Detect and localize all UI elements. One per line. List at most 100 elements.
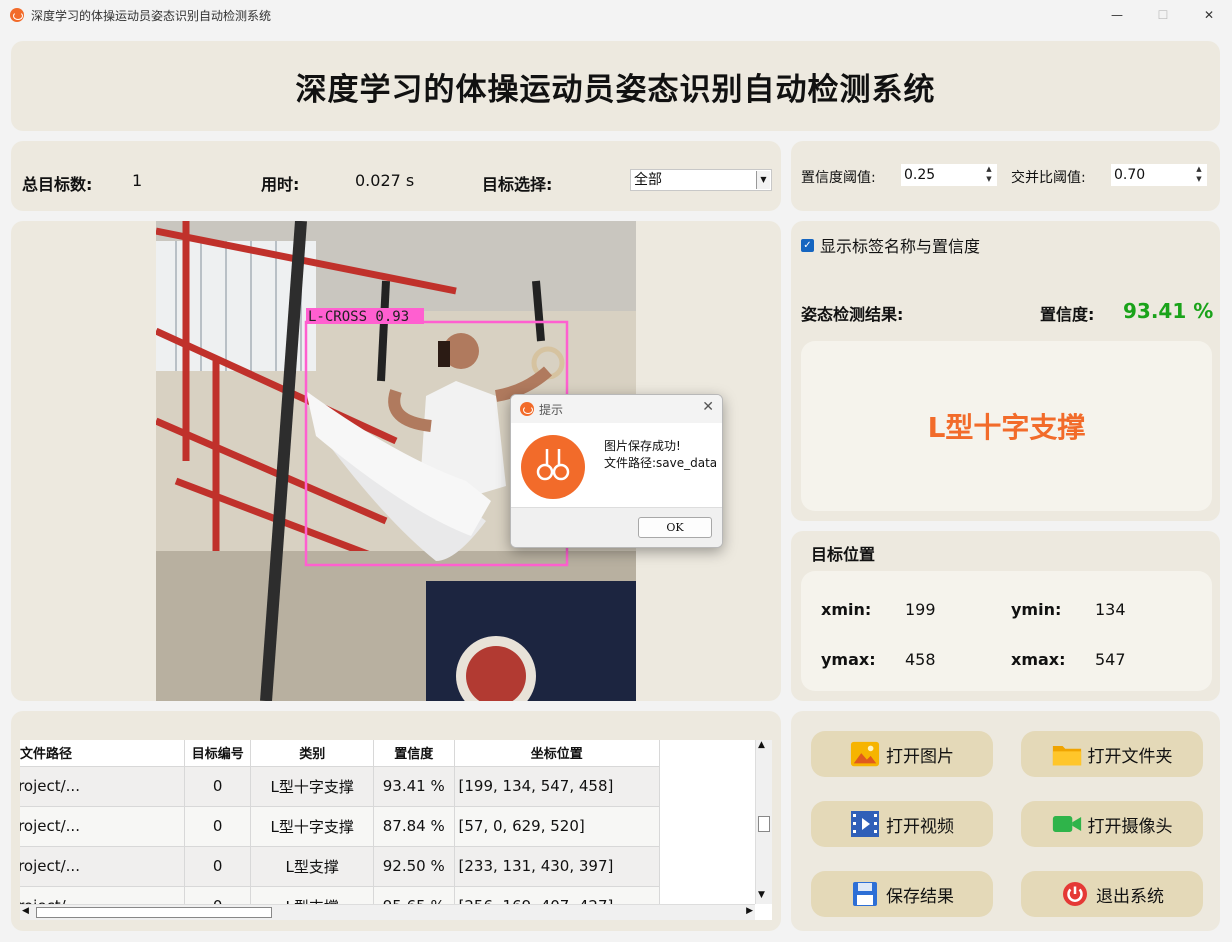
open-video-label: 打开视频 bbox=[886, 816, 954, 837]
open-video-button[interactable]: 打开视频 bbox=[811, 801, 993, 847]
confidence-threshold-label: 置信度阈值: bbox=[801, 170, 876, 186]
cell-class: L型十字支撑 bbox=[250, 806, 374, 847]
target-select-label: 目标选择: bbox=[482, 175, 553, 194]
class-result-box: L型十字支撑 bbox=[801, 341, 1212, 511]
show-labels-label: 显示标签名称与置信度 bbox=[820, 237, 981, 256]
cell-id: 0 bbox=[184, 806, 252, 847]
cell-confidence: 93.41 % bbox=[373, 766, 455, 807]
table-row[interactable]: D:/Project/... 0 L型十字支撑 93.41 % [199, 13… bbox=[20, 766, 661, 807]
cell-confidence: 87.84 % bbox=[373, 806, 455, 847]
cell-class: L型支撑 bbox=[250, 846, 374, 887]
result-panel: ✓ 显示标签名称与置信度 姿态检测结果: 置信度: 93.41 % L型十字支撑 bbox=[791, 221, 1220, 521]
table-row[interactable]: D:/Project/... 0 L型支撑 92.50 % [233, 131,… bbox=[20, 846, 661, 887]
power-icon bbox=[1060, 881, 1090, 907]
cell-coordinates: [199, 134, 547, 458] bbox=[454, 766, 661, 807]
show-labels-checkbox[interactable]: ✓ bbox=[801, 238, 814, 252]
minimize-button[interactable]: — bbox=[1094, 0, 1140, 30]
open-folder-button[interactable]: 打开文件夹 bbox=[1021, 731, 1203, 777]
results-table: 文件路径 目标编号 类别 置信度 坐标位置 D:/Project/... 0 L… bbox=[20, 740, 772, 920]
column-header-id[interactable]: 目标编号 bbox=[184, 740, 252, 767]
dialog-logo-icon bbox=[520, 402, 534, 416]
confidence-threshold-value: 0.25 bbox=[904, 167, 936, 183]
iou-threshold-value: 0.70 bbox=[1114, 167, 1146, 183]
message-dialog: 提示 ✕ 图片保存成功! 文件路径:save_data OK bbox=[510, 394, 723, 548]
total-targets-value: 1 bbox=[132, 171, 143, 190]
table-row[interactable]: D:/Project/... 0 L型十字支撑 87.84 % [57, 0, … bbox=[20, 806, 661, 847]
exit-button[interactable]: 退出系统 bbox=[1021, 871, 1203, 917]
table-horizontal-scrollbar[interactable]: ◀ ▶ bbox=[20, 904, 755, 920]
class-result-text: L型十字支撑 bbox=[927, 411, 1086, 444]
open-folder-label: 打开文件夹 bbox=[1087, 746, 1173, 767]
scroll-thumb[interactable] bbox=[758, 816, 770, 832]
confidence-value: 93.41 % bbox=[1123, 299, 1214, 323]
spin-arrows-icon[interactable]: ▲ ▼ bbox=[981, 164, 997, 186]
video-icon bbox=[850, 811, 880, 837]
time-label: 用时: bbox=[261, 175, 300, 194]
cell-path: D:/Project/... bbox=[20, 806, 185, 847]
xmin-value: 199 bbox=[905, 600, 936, 619]
scroll-thumb[interactable] bbox=[36, 907, 272, 918]
iou-threshold-label: 交并比阈值: bbox=[1011, 170, 1086, 186]
total-targets-label: 总目标数: bbox=[22, 175, 93, 194]
chevron-down-icon[interactable]: ▼ bbox=[756, 171, 770, 189]
cell-path: D:/Project/... bbox=[20, 846, 185, 887]
time-value: 0.027 s bbox=[355, 171, 415, 190]
confidence-threshold-spinbox[interactable]: 0.25 ▲ ▼ bbox=[901, 164, 997, 186]
image-icon bbox=[850, 741, 880, 767]
spin-arrows-icon[interactable]: ▲ ▼ bbox=[1191, 164, 1207, 186]
open-camera-button[interactable]: 打开摄像头 bbox=[1021, 801, 1203, 847]
confidence-label: 置信度: bbox=[1040, 305, 1095, 324]
ok-button[interactable]: OK bbox=[638, 517, 712, 538]
save-result-label: 保存结果 bbox=[886, 886, 954, 907]
header-panel: 深度学习的体操运动员姿态识别自动检测系统 bbox=[11, 41, 1220, 131]
open-camera-label: 打开摄像头 bbox=[1087, 816, 1173, 837]
cell-path: D:/Project/... bbox=[20, 766, 185, 807]
ymax-value: 458 bbox=[905, 650, 936, 669]
stats-panel: 总目标数: 1 用时: 0.027 s 目标选择: 全部 ▼ bbox=[11, 141, 781, 211]
exit-label: 退出系统 bbox=[1096, 886, 1164, 907]
close-button[interactable]: ✕ bbox=[1186, 0, 1232, 30]
threshold-panel: 置信度阈值: 0.25 ▲ ▼ 交并比阈值: 0.70 ▲ ▼ bbox=[791, 141, 1220, 211]
dialog-message-line2: 文件路径:save_data bbox=[604, 456, 718, 470]
result-label: 姿态检测结果: bbox=[801, 305, 904, 324]
dialog-title: 提示 bbox=[539, 402, 564, 417]
xmax-label: xmax: bbox=[1011, 650, 1066, 669]
ymin-label: ymin: bbox=[1011, 600, 1062, 619]
dialog-message-line1: 图片保存成功! bbox=[604, 439, 681, 453]
ymax-label: ymax: bbox=[821, 650, 876, 669]
save-icon bbox=[850, 881, 880, 907]
target-select[interactable]: 全部 ▼ bbox=[630, 169, 772, 191]
open-image-button[interactable]: 打开图片 bbox=[811, 731, 993, 777]
scroll-left-icon[interactable]: ◀ bbox=[22, 906, 29, 916]
cell-coordinates: [57, 0, 629, 520] bbox=[454, 806, 661, 847]
cell-confidence: 92.50 % bbox=[373, 846, 455, 887]
xmin-label: xmin: bbox=[821, 600, 872, 619]
window-title: 深度学习的体操运动员姿态识别自动检测系统 bbox=[31, 8, 272, 23]
ymin-value: 134 bbox=[1095, 600, 1126, 619]
position-panel: 目标位置 xmin: 199 ymin: 134 ymax: 458 xmax:… bbox=[791, 531, 1220, 701]
actions-panel: 打开图片 打开文件夹 打开视频 打开摄像头 保存结果 退出系统 bbox=[791, 711, 1220, 931]
cell-class: L型十字支撑 bbox=[250, 766, 374, 807]
cell-coordinates: [233, 131, 430, 397] bbox=[454, 846, 661, 887]
dialog-close-icon[interactable]: ✕ bbox=[702, 399, 714, 415]
table-vertical-scrollbar[interactable]: ▲ ▼ bbox=[755, 740, 772, 904]
column-header-path[interactable]: 文件路径 bbox=[20, 740, 185, 767]
position-box: xmin: 199 ymin: 134 ymax: 458 xmax: 547 bbox=[801, 571, 1212, 691]
cell-id: 0 bbox=[184, 766, 252, 807]
xmax-value: 547 bbox=[1095, 650, 1126, 669]
page-title: 深度学习的体操运动员姿态识别自动检测系统 bbox=[295, 71, 936, 108]
info-icon bbox=[521, 435, 585, 499]
box-label: L-CROSS 0.93 bbox=[308, 309, 409, 325]
column-header-confidence[interactable]: 置信度 bbox=[373, 740, 455, 767]
scroll-down-icon[interactable]: ▼ bbox=[758, 890, 765, 900]
save-result-button[interactable]: 保存结果 bbox=[811, 871, 993, 917]
maximize-button[interactable]: ☐ bbox=[1140, 0, 1186, 30]
scroll-up-icon[interactable]: ▲ bbox=[758, 740, 765, 750]
iou-threshold-spinbox[interactable]: 0.70 ▲ ▼ bbox=[1111, 164, 1207, 186]
open-image-label: 打开图片 bbox=[886, 746, 954, 767]
window-titlebar: 深度学习的体操运动员姿态识别自动检测系统 — ☐ ✕ bbox=[0, 0, 1232, 30]
column-header-coordinates[interactable]: 坐标位置 bbox=[454, 740, 661, 767]
scroll-right-icon[interactable]: ▶ bbox=[746, 906, 753, 916]
position-title: 目标位置 bbox=[811, 545, 876, 564]
column-header-class[interactable]: 类别 bbox=[250, 740, 374, 767]
